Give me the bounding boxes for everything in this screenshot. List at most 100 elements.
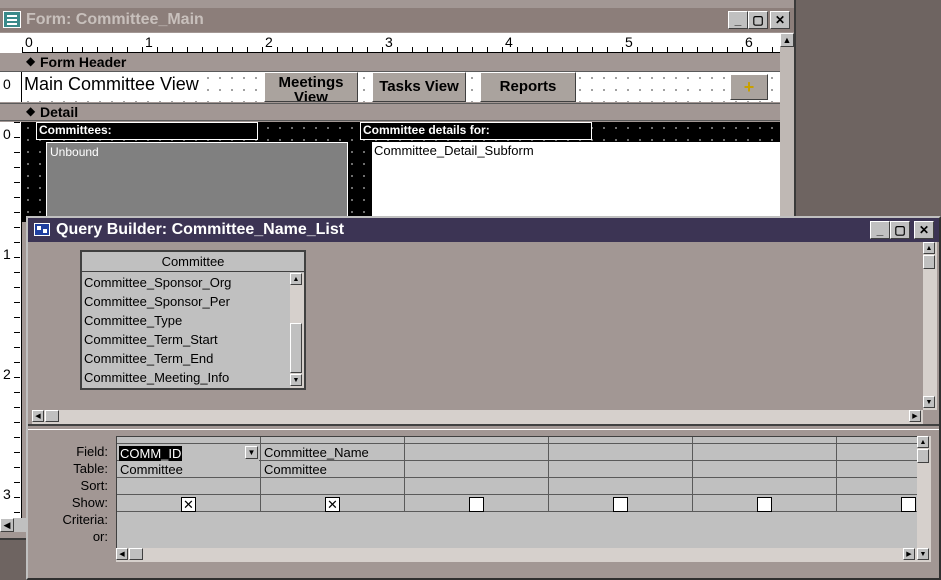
plus-icon: + [743, 77, 755, 97]
close-button[interactable]: ✕ [770, 11, 790, 29]
column-selector-row[interactable] [117, 437, 918, 444]
form-header-area[interactable]: Main Committee View Meetings View Tasks … [22, 72, 780, 102]
committees-label-text: Committees: [39, 123, 112, 137]
ruler-label: 0 [3, 76, 11, 92]
dropdown-arrow-icon[interactable]: ▼ [245, 446, 258, 459]
table-pane-vscroll[interactable]: ▲ ▼ [923, 242, 937, 410]
scroll-down-arrow[interactable]: ▼ [290, 374, 302, 386]
list-item[interactable]: Committee_Meeting_Info [82, 368, 288, 387]
scroll-down-arrow[interactable]: ▼ [917, 548, 929, 560]
show-checkbox[interactable] [469, 497, 484, 512]
form-window-titlebar[interactable]: Form: Committee_Main _ ▢ ✕ [0, 8, 794, 32]
ruler-label: 3 [385, 34, 393, 50]
row-label-table: Table: [73, 461, 108, 476]
show-checkbox-checked[interactable]: ✕ [181, 497, 196, 512]
scroll-up-arrow[interactable]: ▲ [290, 273, 302, 285]
scroll-left-arrow[interactable]: ◀ [32, 410, 44, 422]
grid-vscroll[interactable]: ▲ ▼ [917, 436, 931, 562]
field-list-title-text: Committee [161, 254, 225, 269]
table-pane-hscroll[interactable]: ◀ ▶ [32, 410, 923, 424]
scroll-thumb[interactable] [45, 410, 59, 422]
query-builder-titlebar[interactable]: Query Builder: Committee_Name_List _ ▢ ✕ [28, 218, 939, 242]
header-textbox-text: Main Committee View [24, 74, 199, 94]
grid-column-2-field[interactable]: Committee_Name [264, 445, 369, 460]
show-checkbox-checked[interactable]: ✕ [325, 497, 340, 512]
qb-minimize-button[interactable]: _ [870, 221, 890, 239]
maximize-button[interactable]: ▢ [748, 11, 768, 29]
list-item[interactable]: Committee_Term_End [82, 349, 288, 368]
ruler-label: 1 [3, 246, 11, 262]
field-list-title[interactable]: Committee [82, 252, 304, 272]
subform-name-text: Committee_Detail_Subform [374, 143, 534, 158]
query-builder-window[interactable]: Query Builder: Committee_Name_List _ ▢ ✕… [26, 216, 941, 580]
grid-column-2-table[interactable]: Committee [264, 462, 327, 477]
ruler-label: 2 [265, 34, 273, 50]
row-label-field: Field: [76, 444, 108, 459]
qb-close-button[interactable]: ✕ [914, 221, 934, 239]
field-list-items[interactable]: Committee_Sponsor_Org Committee_Sponsor_… [82, 273, 288, 388]
scroll-down-arrow[interactable]: ▼ [923, 396, 935, 408]
details-label[interactable]: Committee details for: [360, 122, 592, 140]
section-arrow-icon: ◆ [26, 54, 36, 68]
scroll-up-arrow[interactable]: ▲ [917, 436, 929, 448]
grid-body[interactable]: COMM_ID ▼ Committee ✕ Committee_Name Com… [116, 436, 918, 548]
meetings-view-label: Meetings View [278, 74, 344, 102]
ruler-label: 0 [3, 126, 11, 142]
add-button[interactable]: + [730, 74, 768, 100]
scroll-thumb[interactable] [923, 255, 935, 269]
reports-label: Reports [499, 78, 557, 95]
field-cell-value[interactable]: COMM_ID [119, 446, 183, 461]
grid-hscroll[interactable]: ◀ ▶ [116, 548, 917, 562]
scroll-left-arrow[interactable]: ◀ [116, 548, 128, 560]
committee-detail-subform[interactable]: Committee_Detail_Subform [372, 142, 780, 222]
query-builder-title: Query Builder: Committee_Name_List [56, 221, 345, 238]
details-label-text: Committee details for: [363, 123, 490, 137]
vertical-ruler-detail: 0 1 2 3 [0, 122, 22, 522]
listbox-unbound-text: Unbound [50, 145, 99, 159]
tasks-view-button[interactable]: Tasks View [372, 72, 466, 102]
form-window-title: Form: Committee_Main [26, 11, 204, 28]
show-checkbox[interactable] [901, 497, 916, 512]
detail-label: Detail [40, 104, 79, 120]
detail-area[interactable]: Committees: Unbound Committee details fo… [22, 122, 780, 222]
scroll-left-arrow[interactable]: ◀ [0, 518, 14, 532]
committees-label[interactable]: Committees: [36, 122, 258, 140]
scroll-thumb[interactable] [129, 548, 143, 560]
reports-button[interactable]: Reports [480, 72, 576, 102]
meetings-view-button[interactable]: Meetings View [264, 72, 358, 102]
scroll-thumb[interactable] [917, 449, 929, 463]
row-label-or: or: [92, 529, 108, 544]
scroll-right-arrow[interactable]: ▶ [909, 410, 921, 422]
list-item[interactable]: Committee_Sponsor_Org [82, 273, 288, 292]
scroll-thumb[interactable] [290, 323, 302, 373]
scroll-up-arrow[interactable]: ▲ [923, 242, 935, 254]
committees-listbox[interactable]: Unbound [46, 142, 348, 222]
committee-field-list[interactable]: Committee Committee_Sponsor_Org Committe… [80, 250, 306, 390]
list-item[interactable]: Committee_Term_Start [82, 330, 288, 349]
table-pane[interactable]: Committee Committee_Sponsor_Org Committe… [28, 242, 939, 424]
ruler-label: 0 [25, 34, 33, 50]
pane-splitter[interactable] [28, 424, 939, 430]
section-arrow-icon: ◆ [26, 104, 36, 118]
detail-section-bar[interactable]: ◆ Detail [0, 103, 780, 121]
list-item[interactable]: Committee_Sponsor_Per [82, 292, 288, 311]
row-label-sort: Sort: [80, 478, 108, 493]
form-header-section-bar[interactable]: ◆ Form Header [0, 54, 780, 72]
grid-column-1-table[interactable]: Committee [120, 462, 183, 477]
qb-maximize-button[interactable]: ▢ [890, 221, 910, 239]
ruler-corner[interactable] [0, 33, 22, 53]
ruler-label: 6 [745, 34, 753, 50]
minimize-button[interactable]: _ [728, 11, 748, 29]
criteria-area[interactable] [117, 513, 918, 547]
grid-column-1-field[interactable]: COMM_ID ▼ [119, 445, 259, 461]
list-item[interactable]: Committee_Type [82, 311, 288, 330]
query-design-grid[interactable]: Field: Table: Sort: Show: Criteria: or: … [28, 432, 939, 578]
row-label-criteria: Criteria: [62, 512, 108, 527]
show-checkbox[interactable] [613, 497, 628, 512]
scroll-right-arrow[interactable]: ▶ [903, 548, 915, 560]
form-icon [3, 11, 21, 28]
scroll-up-arrow[interactable]: ▲ [780, 33, 794, 47]
header-textbox[interactable]: Main Committee View [24, 74, 204, 98]
field-list-scrollbar[interactable]: ▲ ▼ [290, 273, 304, 388]
show-checkbox[interactable] [757, 497, 772, 512]
